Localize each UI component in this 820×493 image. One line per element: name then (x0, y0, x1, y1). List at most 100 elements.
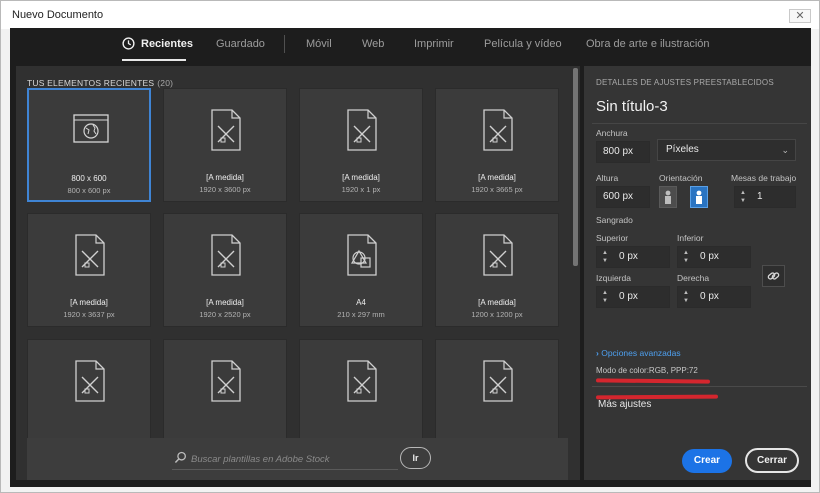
tab-pelicula-y-video[interactable]: Película y vídeo (484, 38, 562, 50)
recent-item-size: 1200 x 1200 px (471, 310, 523, 319)
scrollbar[interactable] (573, 68, 578, 266)
recent-item-tile[interactable] (299, 339, 423, 453)
custom-document-icon (75, 234, 105, 276)
bleed-left-field[interactable]: ▲ ▼ 0 px (596, 286, 670, 308)
search-go-button[interactable]: Ir (400, 447, 431, 469)
custom-document-icon (483, 234, 513, 276)
tab-recientes[interactable]: Recientes (141, 38, 193, 50)
link-bleed-button[interactable] (762, 265, 785, 287)
bleed-top-label: Superior (596, 233, 629, 243)
search-icon (174, 451, 186, 464)
width-field[interactable]: 800 px (596, 141, 650, 163)
width-label: Anchura (596, 128, 628, 138)
bleed-right-stepper[interactable]: ▲ ▼ (681, 289, 691, 305)
custom-document-icon (75, 360, 105, 402)
stock-search-input[interactable] (191, 449, 401, 469)
recent-item-tile[interactable]: [A medida] 1920 x 3637 px (27, 213, 151, 327)
portrait-person-icon (665, 190, 671, 204)
recent-item-name: [A medida] (70, 298, 108, 307)
height-label: Altura (596, 173, 619, 183)
close-window-button[interactable]: ✕ (789, 9, 811, 23)
bleed-bottom-stepper[interactable]: ▲ ▼ (681, 249, 691, 265)
custom-document-icon (483, 360, 513, 402)
recent-item-tile[interactable]: 800 x 600 800 x 600 px (27, 88, 151, 202)
chevron-right-icon: › (596, 348, 599, 358)
recent-item-tile[interactable]: [A medida] 1920 x 1 px (299, 88, 423, 202)
bleed-label: Sangrado (596, 215, 633, 225)
recent-item-tile[interactable] (163, 339, 287, 453)
title-bar: Nuevo Documento ✕ (1, 1, 819, 29)
recent-items-pane: TUS ELEMENTOS RECIENTES (20) 800 x 600 800… (16, 66, 580, 480)
tab-imprimir[interactable]: Imprimir (414, 38, 454, 50)
document-name[interactable]: Sin título-3 (596, 98, 668, 115)
recent-items-header: TUS ELEMENTOS RECIENTES (20) (27, 78, 173, 88)
tab-guardado[interactable]: Guardado (216, 38, 265, 50)
advanced-options-label: Opciones avanzadas (601, 348, 681, 358)
category-tabs: Recientes Guardado Móvil Web Imprimir Pe… (10, 28, 811, 62)
bleed-bottom-field[interactable]: ▲ ▼ 0 px (677, 246, 751, 268)
custom-document-icon (211, 360, 241, 402)
recent-item-size: 1920 x 2520 px (199, 310, 251, 319)
orientation-portrait-button[interactable] (659, 186, 677, 208)
custom-document-icon (483, 109, 513, 151)
units-select[interactable]: Píxeles ⌄ (657, 139, 796, 161)
recent-item-tile[interactable] (27, 339, 151, 453)
advanced-options-toggle[interactable]: › Opciones avanzadas (596, 348, 681, 358)
orientation-landscape-button[interactable] (690, 186, 708, 208)
stock-search-bar: Ir (27, 438, 568, 480)
recent-item-tile[interactable]: [A medida] 1920 x 2520 px (163, 213, 287, 327)
recent-item-tile[interactable]: A4 210 x 297 mm (299, 213, 423, 327)
height-field[interactable]: 600 px (596, 186, 650, 208)
divider (592, 386, 807, 387)
bleed-left-value: 0 px (619, 291, 638, 302)
artboards-field[interactable]: ▲ ▼ 1 (734, 186, 796, 208)
recent-item-tile[interactable]: [A medida] 1200 x 1200 px (435, 213, 559, 327)
active-tab-indicator (122, 59, 186, 61)
recent-item-size: 1920 x 3637 px (63, 310, 115, 319)
artboards-value: 1 (757, 191, 763, 202)
more-settings-button[interactable]: Más ajustes (598, 399, 651, 410)
recent-item-tile[interactable]: [A medida] 1920 x 3600 px (163, 88, 287, 202)
window-title: Nuevo Documento (12, 9, 104, 21)
recent-item-tile[interactable]: [A medida] 1920 x 3665 px (435, 88, 559, 202)
web-document-icon (73, 114, 109, 143)
print-document-icon (347, 234, 377, 276)
recent-item-size: 210 x 297 mm (337, 310, 385, 319)
orientation-label: Orientación (659, 173, 703, 183)
red-annotation-stroke (595, 378, 711, 384)
bleed-right-field[interactable]: ▲ ▼ 0 px (677, 286, 751, 308)
recent-item-size: 1920 x 3665 px (471, 185, 523, 194)
bleed-top-field[interactable]: ▲ ▼ 0 px (596, 246, 670, 268)
bleed-top-value: 0 px (619, 251, 638, 262)
recent-item-name: 800 x 600 (71, 174, 107, 183)
recent-item-size: 800 x 600 px (67, 186, 111, 195)
artboards-stepper[interactable]: ▲ ▼ (738, 189, 748, 205)
link-icon (767, 272, 780, 280)
color-mode-text: Modo de color:RGB, PPP:72 (596, 366, 698, 375)
bleed-right-value: 0 px (700, 291, 719, 302)
divider (592, 123, 807, 124)
preset-details-header: DETALLES DE AJUSTES PREESTABLECIDOS (596, 78, 774, 87)
artboards-label: Mesas de trabajo (731, 173, 797, 183)
recent-item-size: 1920 x 1 px (341, 185, 381, 194)
search-underline (172, 469, 398, 470)
recent-item-tile[interactable] (435, 339, 559, 453)
custom-document-icon (347, 109, 377, 151)
custom-document-icon (211, 109, 241, 151)
close-button[interactable]: Cerrar (745, 448, 799, 473)
chevron-down-icon: ⌄ (781, 145, 789, 155)
new-document-window: Nuevo Documento ✕ Recientes Guardado Móv… (0, 0, 820, 493)
create-button[interactable]: Crear (682, 449, 732, 473)
recent-item-name: [A medida] (206, 173, 244, 182)
recent-item-name: A4 (356, 298, 366, 307)
clock-icon (122, 37, 135, 50)
bleed-top-stepper[interactable]: ▲ ▼ (600, 249, 610, 265)
tab-movil[interactable]: Móvil (306, 38, 332, 50)
bleed-bottom-label: Inferior (677, 233, 704, 243)
bleed-right-label: Derecha (677, 273, 710, 283)
tab-obra-de-arte[interactable]: Obra de arte e ilustración (586, 38, 710, 50)
recent-item-size: 1920 x 3600 px (199, 185, 251, 194)
landscape-person-icon (696, 190, 702, 204)
tab-web[interactable]: Web (362, 38, 384, 50)
bleed-left-stepper[interactable]: ▲ ▼ (600, 289, 610, 305)
